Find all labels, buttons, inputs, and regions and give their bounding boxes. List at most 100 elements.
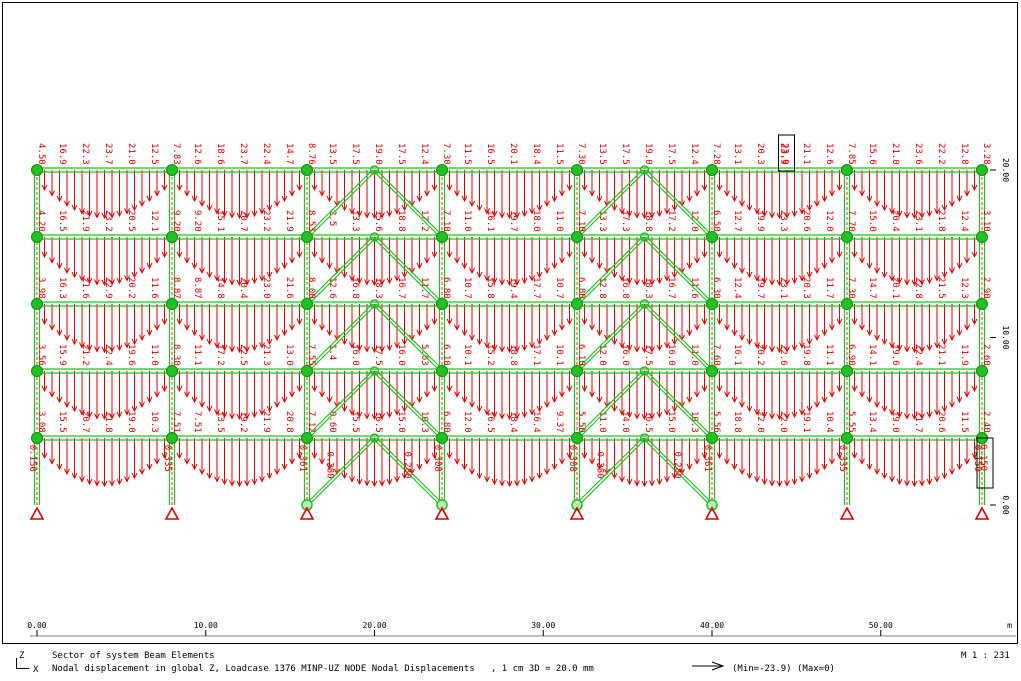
- node-value-label: 5.50: [576, 411, 586, 433]
- load-value-label: 13.4: [867, 411, 877, 433]
- support-icon: [974, 506, 990, 520]
- load-value-label: 13.0: [284, 344, 294, 366]
- load-value-label: 7.51: [192, 411, 202, 433]
- x-tick-label: 40.00: [700, 621, 724, 630]
- y-tick-label: 10.00: [1001, 325, 1010, 349]
- load-value-label: 16.9: [57, 143, 67, 165]
- brace-line: [304, 437, 373, 506]
- node-value-label: 7.85: [846, 143, 856, 165]
- brace-line: [646, 370, 715, 439]
- load-value-label: 20.1: [508, 143, 518, 165]
- ground-value-label: 0.308: [567, 445, 577, 472]
- load-value-label: 21.0: [126, 143, 136, 165]
- node-value-label: 9.20: [171, 210, 181, 232]
- legend-arrow-icon: [692, 661, 725, 671]
- joint-node: [571, 231, 583, 243]
- node-value-label: 7.60: [711, 344, 721, 366]
- joint-node: [976, 231, 988, 243]
- node-value-label: 7.10: [576, 210, 586, 232]
- node-value-label: 2.40: [981, 411, 991, 433]
- edge-highlight-value: 0.150: [978, 444, 988, 471]
- brace-value-label: 0.280: [672, 451, 682, 478]
- load-value-label: 23.7: [238, 143, 248, 165]
- x-tick-label: 0.00: [27, 621, 46, 630]
- load-value-label: 23.6: [913, 143, 923, 165]
- joint-node: [436, 298, 448, 310]
- load-value-label: 11.0: [462, 210, 472, 232]
- x-tick-label: 50.00: [869, 621, 893, 630]
- load-value-label: 17.5: [350, 143, 360, 165]
- load-value-label: 12.4: [419, 143, 429, 165]
- load-value-label: 15.9: [57, 344, 67, 366]
- load-value-label: 23.7: [103, 143, 113, 165]
- node-value-label: 2.60: [981, 344, 991, 366]
- support-icon: [569, 506, 585, 520]
- load-value-label: 14.7: [284, 143, 294, 165]
- load-value-label: 10.1: [554, 344, 564, 366]
- support-icon: [29, 506, 45, 520]
- node-value-label: 7.12: [306, 411, 316, 433]
- joint-node: [301, 365, 313, 377]
- load-value-label: 13.5: [597, 143, 607, 165]
- node-value-label: 3.28: [981, 143, 991, 165]
- load-value-label: 11.0: [149, 344, 159, 366]
- load-value-label: 21.6: [284, 277, 294, 299]
- load-value-label: 20.3: [755, 143, 765, 165]
- joint-node: [436, 164, 448, 176]
- brace-line: [578, 370, 647, 439]
- joint-node: [31, 365, 43, 377]
- joint-node: [166, 432, 178, 444]
- load-value-label: 15.0: [867, 210, 877, 232]
- joint-node: [31, 432, 43, 444]
- joint-node: [166, 231, 178, 243]
- node-value-label: 6.30: [711, 277, 721, 299]
- support-icon: [434, 506, 450, 520]
- ground-value-label: 0.150: [27, 445, 37, 472]
- node-value-label: 8.53: [306, 210, 316, 232]
- structure-drawing: 15.5 20.7 21.8 19.0 10.3 7.51 13.5 19.2 21.9 20.8…: [27, 134, 1016, 637]
- joint-node: [841, 164, 853, 176]
- brace-line: [308, 236, 377, 305]
- joint-node: [841, 231, 853, 243]
- brace-line: [308, 370, 377, 439]
- brace-value-label: 0.280: [594, 451, 604, 478]
- load-value-label: 12.4: [732, 277, 742, 299]
- joint-node: [706, 365, 718, 377]
- load-value-label: 20.8: [284, 411, 294, 433]
- load-value-label: 9.20: [192, 210, 202, 232]
- joint-node: [301, 298, 313, 310]
- load-value-label: 8.87: [192, 277, 202, 299]
- node-value-label: 7.51: [171, 411, 181, 433]
- brace-line: [308, 169, 377, 238]
- axis-triad-x: X: [33, 665, 39, 675]
- node-value-label: 6.80: [576, 277, 586, 299]
- load-value-label: 10.4: [824, 411, 834, 433]
- node-value-label: 7.10: [441, 210, 451, 232]
- node-value-label: 6.50: [711, 210, 721, 232]
- joint-node: [976, 298, 988, 310]
- load-value-label: 21.0: [890, 143, 900, 165]
- load-value-label: 12.4: [959, 210, 969, 232]
- node-value-label: 3.98: [36, 277, 46, 299]
- brace-line: [574, 437, 643, 506]
- brace-line: [578, 437, 647, 506]
- load-value-label: 12.7: [732, 210, 742, 232]
- brace-line: [308, 303, 377, 372]
- ground-value-label: 0.361: [297, 445, 307, 472]
- joint-node: [571, 432, 583, 444]
- load-value-label: 17.5: [666, 143, 676, 165]
- load-value-label: 22.3: [80, 143, 90, 165]
- min-highlight-value: 23.9: [780, 143, 790, 165]
- load-value-label: 9.37: [554, 411, 564, 433]
- load-value-label: 16.5: [485, 143, 495, 165]
- node-value-label: 6.80: [441, 411, 451, 433]
- load-value-label: 11.7: [824, 277, 834, 299]
- brace-line: [308, 437, 377, 506]
- joint-node: [166, 164, 178, 176]
- brace-line: [578, 303, 647, 372]
- joint-node: [976, 365, 988, 377]
- load-value-label: 15.6: [867, 143, 877, 165]
- node-value-label: 5.56: [711, 411, 721, 433]
- load-value-label: 16.1: [732, 344, 742, 366]
- node-value-label: 5.55: [846, 411, 856, 433]
